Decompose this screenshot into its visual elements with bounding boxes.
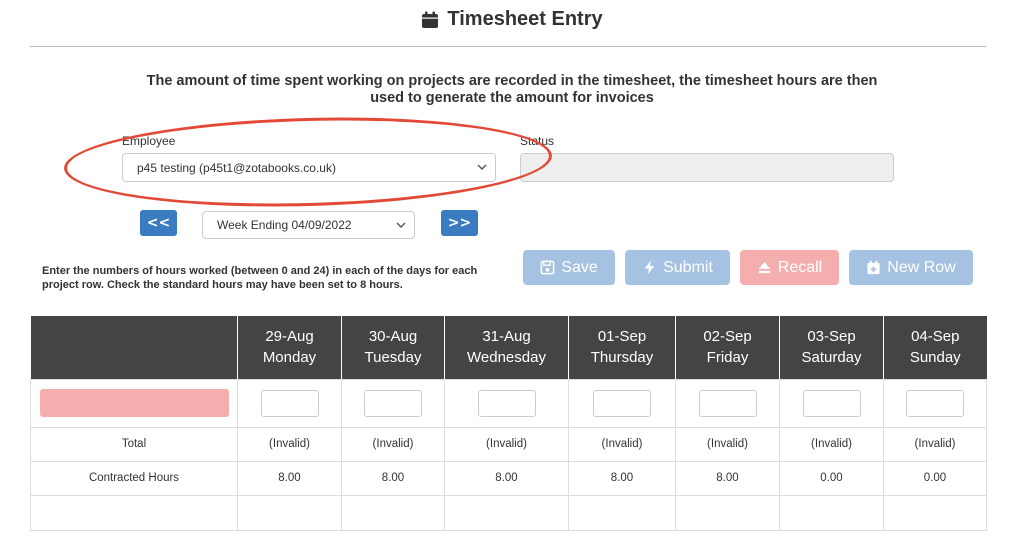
calendar-icon bbox=[422, 11, 439, 28]
day-column-header: 31-Aug Wednesday bbox=[444, 316, 569, 379]
hours-input-friday[interactable] bbox=[698, 389, 757, 417]
total-cell: (Invalid) bbox=[883, 426, 987, 462]
total-cell: (Invalid) bbox=[444, 426, 569, 462]
week-select[interactable]: Week Ending 04/09/2022 bbox=[202, 211, 415, 239]
save-icon bbox=[540, 260, 555, 275]
status-field bbox=[520, 153, 894, 182]
employee-value: p45 testing (p45t1@zotabooks.co.uk) bbox=[137, 160, 336, 175]
table-header-row: 29-Aug Monday 30-Aug Tuesday 31-Aug Wednesd… bbox=[30, 316, 987, 379]
employee-select[interactable]: p45 testing (p45t1@zotabooks.co.uk) bbox=[122, 153, 496, 182]
contracted-cell: 8.00 bbox=[341, 460, 445, 496]
total-label: Total bbox=[30, 426, 238, 462]
project-select[interactable] bbox=[39, 389, 229, 417]
eject-icon bbox=[758, 261, 770, 274]
project-column-header bbox=[30, 316, 238, 379]
new-row-button[interactable]: New Row bbox=[849, 250, 973, 285]
hours-input-monday[interactable] bbox=[260, 389, 319, 417]
timesheet-table: 29-Aug Monday 30-Aug Tuesday 31-Aug Wednesd… bbox=[30, 316, 987, 531]
calendar-plus-icon bbox=[867, 260, 880, 275]
day-column-header: 29-Aug Monday bbox=[237, 316, 342, 379]
page-title-bar: Timesheet Entry bbox=[0, 8, 1024, 31]
contracted-cell: 0.00 bbox=[779, 460, 884, 496]
employee-label: Employee bbox=[122, 134, 176, 148]
day-column-header: 02-Sep Friday bbox=[675, 316, 780, 379]
total-row: Total (Invalid) (Invalid) (Invalid) (Inv… bbox=[30, 426, 987, 462]
hours-input-sunday[interactable] bbox=[906, 389, 964, 417]
prev-week-button[interactable]: << bbox=[140, 210, 177, 236]
contracted-cell: 8.00 bbox=[237, 460, 342, 496]
lightning-icon bbox=[644, 260, 655, 275]
hours-input-wednesday[interactable] bbox=[477, 389, 536, 417]
total-cell: (Invalid) bbox=[779, 426, 884, 462]
save-button[interactable]: Save bbox=[523, 250, 615, 285]
empty-row bbox=[30, 494, 987, 531]
day-column-header: 30-Aug Tuesday bbox=[341, 316, 445, 379]
week-value: Week Ending 04/09/2022 bbox=[217, 218, 352, 232]
chevron-down-icon bbox=[477, 164, 487, 170]
day-column-header: 03-Sep Saturday bbox=[779, 316, 884, 379]
total-cell: (Invalid) bbox=[341, 426, 445, 462]
hours-input-tuesday[interactable] bbox=[364, 389, 422, 417]
project-row bbox=[30, 378, 987, 428]
contracted-hours-label: Contracted Hours bbox=[30, 460, 238, 496]
total-cell: (Invalid) bbox=[675, 426, 780, 462]
contracted-cell: 8.00 bbox=[444, 460, 569, 496]
page-title: Timesheet Entry bbox=[447, 8, 603, 30]
day-column-header: 01-Sep Thursday bbox=[568, 316, 676, 379]
intro-text: The amount of time spent working on proj… bbox=[146, 73, 878, 106]
title-divider bbox=[30, 46, 986, 47]
day-column-header: 04-Sep Sunday bbox=[883, 316, 987, 379]
chevron-down-icon bbox=[396, 222, 406, 228]
contracted-hours-row: Contracted Hours 8.00 8.00 8.00 8.00 8.0… bbox=[30, 460, 987, 496]
total-cell: (Invalid) bbox=[237, 426, 342, 462]
contracted-cell: 8.00 bbox=[568, 460, 676, 496]
total-cell: (Invalid) bbox=[568, 426, 676, 462]
hours-input-saturday[interactable] bbox=[802, 389, 861, 417]
status-label: Status bbox=[520, 134, 555, 148]
next-week-button[interactable]: >> bbox=[441, 210, 478, 236]
contracted-cell: 0.00 bbox=[883, 460, 987, 496]
instructions-text: Enter the numbers of hours worked (betwe… bbox=[42, 265, 478, 291]
submit-button[interactable]: Submit bbox=[625, 250, 730, 285]
hours-input-thursday[interactable] bbox=[593, 389, 651, 417]
recall-button[interactable]: Recall bbox=[740, 250, 839, 285]
contracted-cell: 8.00 bbox=[675, 460, 780, 496]
